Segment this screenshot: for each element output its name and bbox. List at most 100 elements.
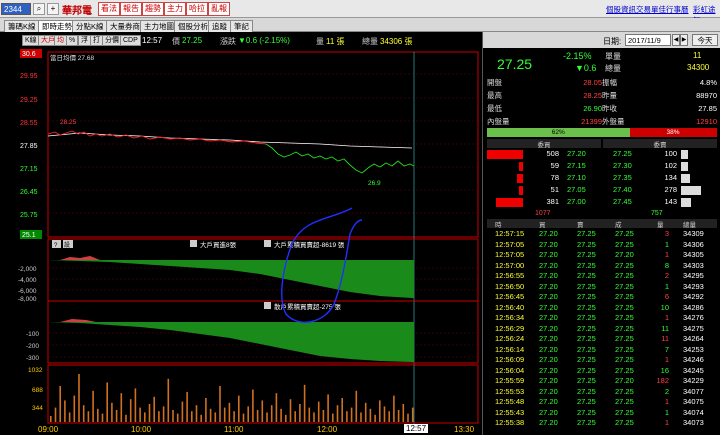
ask-qty: 100 <box>664 149 677 158</box>
volume-bar <box>247 406 249 422</box>
tick-row[interactable]: 12:57:05 27.20 27.25 27.25 1 34306 <box>487 240 717 251</box>
calendar-link[interactable]: 行事曆 <box>666 4 689 15</box>
intraday-chart[interactable]: 30.6 30.6 29.95 29.25 28.55 27.85 27.15 … <box>0 48 482 424</box>
date-picker[interactable]: 2017/11/9 <box>625 34 671 46</box>
volume-bar <box>158 411 160 422</box>
tab-analysis[interactable]: 個股分析 <box>174 20 212 32</box>
tick-row[interactable]: 12:57:05 27.20 27.25 27.20 1 34305 <box>487 250 717 261</box>
tick-row[interactable]: 12:56:14 27.20 27.25 27.25 7 34253 <box>487 345 717 356</box>
trade-link[interactable]: 交易單佳 <box>636 4 666 15</box>
today-button[interactable]: 今天 <box>692 34 718 46</box>
tick-row[interactable]: 12:56:29 27.20 27.25 27.25 11 34275 <box>487 324 717 335</box>
tick-row[interactable]: 12:55:48 27.20 27.25 27.25 1 34075 <box>487 397 717 408</box>
bid-price[interactable]: 27.20 <box>567 149 586 158</box>
ask-price[interactable]: 27.45 <box>613 197 632 206</box>
tab-broker[interactable]: 大量券商 <box>106 20 144 32</box>
tab-chip-kline[interactable]: 籌碼K線 <box>4 20 40 32</box>
next-day-icon[interactable]: ▶ <box>680 34 688 46</box>
tick-cell: 1 <box>664 418 669 427</box>
bid-price[interactable]: 27.10 <box>567 173 586 182</box>
tick-list[interactable]: 12:57:15 27.20 27.25 27.25 3 34309 12:57:05 27.… <box>487 229 717 429</box>
tick-row[interactable]: 12:55:59 27.20 27.25 27.20 182 34229 <box>487 376 717 387</box>
bid-price[interactable]: 27.00 <box>567 197 586 206</box>
tick-cell: 27.25 <box>577 418 596 427</box>
y-tick-low: 25.1 <box>22 232 36 239</box>
stock-info-link[interactable]: 個股資訊 <box>606 4 636 15</box>
add-icon[interactable]: + <box>47 3 59 15</box>
stats-cell: 28.05 <box>583 78 602 87</box>
tick-cell: 27.25 <box>577 386 596 396</box>
bid-price[interactable]: 27.05 <box>567 185 586 194</box>
tick-row[interactable]: 12:56:04 27.20 27.25 27.25 16 34245 <box>487 366 717 377</box>
tab-branch-kline[interactable]: 分點K線 <box>72 20 108 32</box>
ask-price[interactable]: 27.25 <box>613 149 632 158</box>
tick-cell: 34309 <box>683 229 704 238</box>
price-split-button[interactable]: 分價 <box>102 35 122 46</box>
volume-bar <box>97 408 99 422</box>
volume-bar <box>355 390 358 422</box>
info-icon[interactable] <box>190 240 197 247</box>
view-button[interactable]: 看法 <box>98 2 120 16</box>
tick-row[interactable]: 12:56:24 27.20 27.25 27.25 11 34264 <box>487 334 717 345</box>
info-icon-2[interactable] <box>264 240 271 247</box>
tick-cell: 12:56:50 <box>495 281 525 291</box>
tick-row[interactable]: 12:55:38 27.20 27.25 27.25 1 34073 <box>487 418 717 429</box>
bid-price[interactable]: 27.15 <box>567 161 586 170</box>
ratio-in-fill: 62% <box>487 128 630 137</box>
tick-cell: 27.25 <box>615 355 634 364</box>
tick-cell: 27.20 <box>539 386 558 396</box>
ask-price[interactable]: 27.35 <box>613 173 632 182</box>
tab-notes[interactable]: 筆記 <box>230 20 253 32</box>
trend-button[interactable]: 趨勢 <box>142 2 164 16</box>
book-row: 381 27.00 27.45 143 <box>487 197 717 209</box>
stats-cell: 最高 <box>487 91 502 100</box>
volume-bar <box>261 400 264 422</box>
volume-bar <box>228 402 231 422</box>
tick-row[interactable]: 12:56:40 27.20 27.25 27.25 10 34286 <box>487 303 717 314</box>
volume-bar <box>397 410 400 422</box>
tab-major-map[interactable]: 主力地圖 <box>140 20 178 32</box>
prev-day-icon[interactable]: ◀ <box>672 34 680 46</box>
tick-row[interactable]: 12:56:34 27.20 27.25 27.25 1 34276 <box>487 313 717 324</box>
info-icon-3[interactable] <box>264 302 271 309</box>
volume-bar <box>388 411 390 422</box>
tick-row[interactable]: 12:55:53 27.20 27.25 27.25 2 34077 <box>487 387 717 398</box>
tab-realtime[interactable]: 即時走勢 <box>38 20 76 32</box>
tick-cell: 27.25 <box>615 365 634 375</box>
tick-cell: 1 <box>664 397 669 406</box>
bid-qty: 51 <box>550 185 559 194</box>
report-button[interactable]: 報告 <box>120 2 142 16</box>
stock-code-input[interactable] <box>1 3 31 15</box>
tick-row[interactable]: 12:57:15 27.20 27.25 27.25 3 34309 <box>487 229 717 240</box>
tick-cell: 34077 <box>683 386 704 396</box>
vol-tick-1: 1032 <box>28 367 43 374</box>
tick-cell: 7 <box>664 344 669 354</box>
tick-cell: 27.20 <box>539 260 558 270</box>
single-vol-value: 11 <box>693 51 702 60</box>
volume-bar <box>275 393 278 422</box>
rumor-button[interactable]: 亂報 <box>208 2 230 16</box>
tick-cell: 12:56:29 <box>495 323 525 333</box>
x-tick-1200: 12:00 <box>317 425 338 434</box>
tick-cell: 12:57:15 <box>495 229 525 238</box>
tick-cell: 27.25 <box>577 355 596 364</box>
cdp-button[interactable]: CDP <box>120 35 141 46</box>
tab-track[interactable]: 追蹤 <box>208 20 231 32</box>
percent-button[interactable]: % <box>66 35 79 46</box>
tick-row[interactable]: 12:56:50 27.20 27.25 27.25 1 34293 <box>487 282 717 293</box>
tick-cell: 1 <box>664 239 669 249</box>
chat-button[interactable]: 哈拉 <box>186 2 208 16</box>
tick-cell: 12:56:14 <box>495 344 525 354</box>
stats-row: 最高 28.25 昨量 88970 <box>487 89 717 102</box>
major-button[interactable]: 主力 <box>164 2 186 16</box>
ind2-tick-2: -200 <box>26 343 39 350</box>
tick-row[interactable]: 12:56:55 27.20 27.25 27.25 2 34295 <box>487 271 717 282</box>
ask-price[interactable]: 27.30 <box>613 161 632 170</box>
tick-row[interactable]: 12:57:00 27.20 27.25 27.25 8 34303 <box>487 261 717 272</box>
ask-price[interactable]: 27.40 <box>613 185 632 194</box>
tick-row[interactable]: 12:56:45 27.20 27.25 27.25 6 34292 <box>487 292 717 303</box>
search-icon[interactable]: ⌕ <box>33 3 45 15</box>
tick-row[interactable]: 12:55:43 27.20 27.25 27.25 1 34074 <box>487 408 717 419</box>
tick-row[interactable]: 12:56:09 27.20 27.25 27.25 1 34246 <box>487 355 717 366</box>
tick-cell: 27.25 <box>615 397 634 406</box>
